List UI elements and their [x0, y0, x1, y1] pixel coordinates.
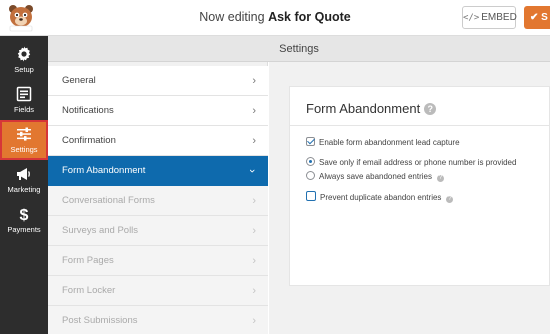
menu-item-general[interactable]: General ›	[48, 66, 268, 96]
chevron-down-icon: ›	[246, 169, 259, 173]
menu-item-form-abandonment[interactable]: Form Abandonment ›	[48, 156, 268, 186]
wpforms-bear-logo	[9, 5, 33, 32]
sidebar-item-settings[interactable]: Settings	[0, 120, 48, 160]
check-icon: ✔	[530, 12, 539, 23]
panel-title: Form Abandonment?	[306, 101, 437, 116]
sidebar-item-label: Settings	[10, 145, 38, 154]
settings-content: Form Abandonment? Enable form abandonmen…	[269, 62, 550, 334]
radio-always-save[interactable]	[306, 171, 315, 180]
option-label: Prevent duplicate abandon entries	[320, 193, 442, 202]
prevent-duplicate-option[interactable]: Prevent duplicate abandon entries?	[306, 191, 454, 203]
menu-item-notifications[interactable]: Notifications ›	[48, 96, 268, 126]
radio-save-if-contact[interactable]	[306, 157, 315, 166]
menu-item-label: Form Pages	[62, 255, 114, 266]
menu-item-label: Conversational Forms	[62, 195, 155, 206]
sidebar-item-marketing[interactable]: Marketing	[0, 160, 48, 200]
enable-abandonment-checkbox[interactable]	[306, 137, 315, 146]
menu-item-label: General	[62, 75, 96, 86]
chevron-right-icon: ›	[252, 195, 256, 207]
sidebar-item-label: Payments	[7, 225, 41, 234]
save-condition-option-2[interactable]: Always save abandoned entries?	[306, 171, 444, 182]
chevron-right-icon: ›	[252, 105, 256, 117]
dollar-icon: $	[20, 207, 29, 222]
menu-item-label: Surveys and Polls	[62, 225, 139, 236]
menu-item-confirmation[interactable]: Confirmation ›	[48, 126, 268, 156]
chevron-right-icon: ›	[252, 225, 256, 237]
save-condition-option-1[interactable]: Save only if email address or phone numb…	[306, 157, 516, 167]
menu-item-label: Form Abandonment	[62, 165, 146, 176]
settings-menu: General › Notifications › Confirmation ›…	[48, 62, 268, 334]
svg-text:$: $	[20, 207, 29, 222]
help-icon[interactable]: ?	[424, 103, 437, 115]
builder-sidebar: Setup Fields Settings Marketing $ Paymen…	[0, 36, 48, 334]
prevent-duplicate-checkbox[interactable]	[306, 191, 316, 201]
option-label: Enable form abandonment lead capture	[319, 138, 460, 147]
sliders-icon	[17, 127, 31, 141]
fields-icon	[16, 86, 32, 102]
menu-item-surveys-and-polls[interactable]: Surveys and Polls ›	[48, 216, 268, 246]
sidebar-item-label: Fields	[13, 105, 34, 114]
enable-abandonment-option[interactable]: Enable form abandonment lead capture	[306, 137, 460, 147]
help-icon[interactable]: ?	[446, 196, 454, 203]
menu-item-post-submissions[interactable]: Post Submissions ›	[48, 306, 268, 334]
chevron-right-icon: ›	[252, 285, 256, 297]
option-label: Always save abandoned entries	[319, 172, 432, 181]
help-icon[interactable]: ?	[436, 175, 444, 182]
top-bar: Now editing Ask for Quote </> EMBED ✔ S	[0, 0, 550, 36]
option-label: Save only if email address or phone numb…	[319, 158, 517, 167]
sidebar-item-fields[interactable]: Fields	[0, 80, 48, 120]
sidebar-item-payments[interactable]: $ Payments	[0, 200, 48, 240]
code-icon: </>	[463, 13, 480, 23]
menu-item-label: Notifications	[62, 105, 114, 116]
save-label: S	[541, 12, 548, 23]
chevron-right-icon: ›	[252, 75, 256, 87]
chevron-right-icon: ›	[252, 315, 256, 327]
sidebar-item-label: Marketing	[7, 185, 41, 194]
divider	[290, 125, 550, 126]
sidebar-item-setup[interactable]: Setup	[0, 40, 48, 80]
menu-item-form-locker[interactable]: Form Locker ›	[48, 276, 268, 306]
chevron-right-icon: ›	[252, 255, 256, 267]
menu-item-conversational-forms[interactable]: Conversational Forms ›	[48, 186, 268, 216]
embed-label: EMBED	[481, 12, 517, 23]
menu-item-label: Form Locker	[62, 285, 116, 296]
menu-item-label: Confirmation	[62, 135, 116, 146]
settings-header: Settings	[48, 36, 550, 62]
form-name: Ask for Quote	[268, 10, 351, 24]
sidebar-item-label: Setup	[14, 65, 34, 74]
gear-icon	[17, 46, 31, 62]
megaphone-icon	[17, 168, 30, 180]
embed-button[interactable]: </> EMBED	[462, 6, 517, 29]
chevron-right-icon: ›	[252, 135, 256, 147]
menu-item-form-pages[interactable]: Form Pages ›	[48, 246, 268, 276]
menu-item-label: Post Submissions	[62, 315, 138, 326]
form-abandonment-panel: Form Abandonment? Enable form abandonmen…	[289, 86, 550, 286]
save-button[interactable]: ✔ S	[524, 6, 550, 29]
